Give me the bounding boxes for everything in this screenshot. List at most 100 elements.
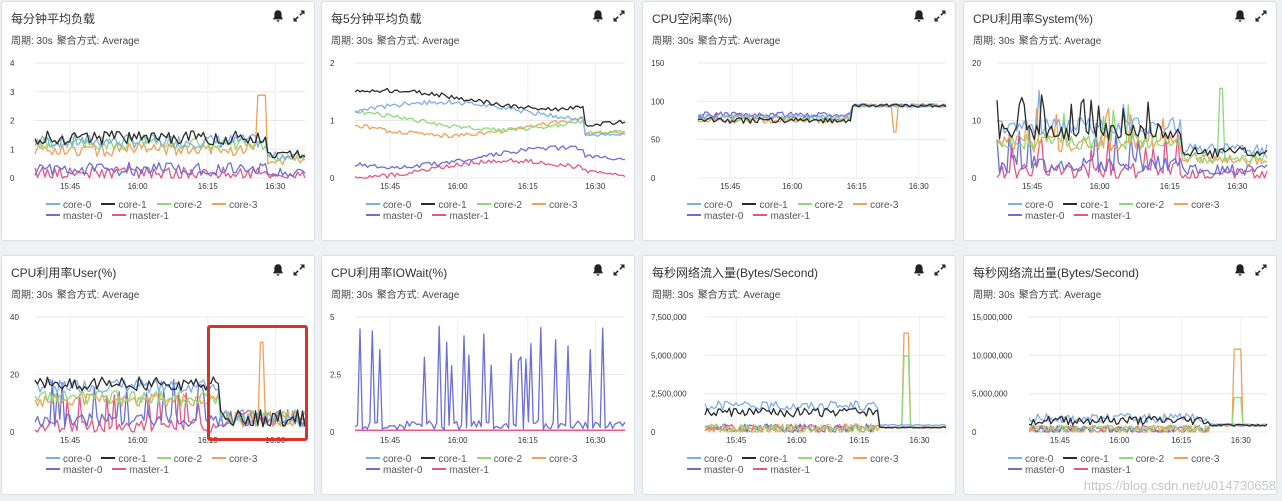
legend-item[interactable]: master-0 bbox=[687, 465, 743, 476]
series-line-master-0 bbox=[354, 325, 626, 431]
x-tick-label: 15:45 bbox=[720, 182, 741, 191]
expand-icon[interactable] bbox=[612, 9, 626, 23]
legend-item[interactable]: core-1 bbox=[101, 200, 147, 211]
legend-item[interactable]: master-0 bbox=[687, 211, 743, 222]
legend-label: core-0 bbox=[1025, 454, 1054, 465]
legend-item[interactable]: core-2 bbox=[156, 200, 202, 211]
bell-icon[interactable] bbox=[271, 9, 285, 23]
legend-item[interactable]: core-1 bbox=[742, 200, 788, 211]
legend-item[interactable]: core-1 bbox=[1063, 454, 1109, 465]
panel-meta: 周期: 30s 聚合方式: Average bbox=[11, 286, 143, 301]
legend-item[interactable]: core-3 bbox=[853, 200, 898, 211]
panel-title: 每5分钟平均负载 bbox=[331, 12, 422, 26]
y-tick-label: 5 bbox=[330, 313, 335, 322]
expand-icon[interactable] bbox=[1254, 9, 1268, 23]
legend-item[interactable]: core-2 bbox=[797, 454, 843, 465]
legend-item[interactable]: master-0 bbox=[46, 211, 102, 222]
legend-item[interactable]: master-1 bbox=[753, 211, 810, 222]
series-line-master-1 bbox=[34, 165, 306, 179]
chart-legend: core-0 core-1 core-2 core-3 master-0 master-1 bbox=[687, 454, 952, 476]
legend-item[interactable]: master-0 bbox=[46, 465, 102, 476]
bell-icon[interactable] bbox=[912, 9, 926, 23]
legend-item[interactable]: master-1 bbox=[112, 465, 169, 476]
x-tick-label: 16:30 bbox=[909, 182, 930, 191]
x-tick-label: 16:15 bbox=[1160, 182, 1181, 191]
legend-item[interactable]: core-0 bbox=[366, 454, 411, 465]
legend-label: core-3 bbox=[1191, 200, 1220, 211]
legend-item[interactable]: core-3 bbox=[853, 454, 898, 465]
legend-item[interactable]: core-0 bbox=[687, 454, 732, 465]
bell-icon[interactable] bbox=[591, 263, 605, 277]
legend-item[interactable]: core-2 bbox=[1118, 200, 1164, 211]
legend-item[interactable]: core-1 bbox=[742, 454, 788, 465]
chart-legend: core-0 core-1 core-2 core-3 master-0 master-1 bbox=[687, 200, 952, 222]
legend-item[interactable]: core-3 bbox=[1174, 200, 1219, 211]
legend-item[interactable]: core-2 bbox=[797, 200, 843, 211]
legend-item[interactable]: master-0 bbox=[1008, 211, 1064, 222]
legend-item[interactable]: core-3 bbox=[532, 200, 577, 211]
panel-title: CPU利用率System(%) bbox=[973, 12, 1094, 26]
bell-icon[interactable] bbox=[912, 263, 926, 277]
bell-icon[interactable] bbox=[591, 9, 605, 23]
legend-item[interactable]: core-2 bbox=[476, 454, 522, 465]
legend-item[interactable]: core-2 bbox=[156, 454, 202, 465]
x-tick-label: 16:15 bbox=[518, 436, 539, 445]
legend-item[interactable]: core-2 bbox=[476, 200, 523, 211]
chart-legend: core-0 core-1 core-2 core-3 master-0 master-1 bbox=[46, 200, 311, 222]
legend-swatch bbox=[753, 214, 768, 217]
expand-icon[interactable] bbox=[292, 263, 306, 277]
legend-label: core-2 bbox=[493, 200, 523, 211]
legend-item[interactable]: core-1 bbox=[1063, 200, 1109, 211]
legend-item[interactable]: master-1 bbox=[1074, 211, 1131, 222]
expand-icon[interactable] bbox=[292, 9, 306, 23]
legend-item[interactable]: core-3 bbox=[212, 454, 257, 465]
expand-icon[interactable] bbox=[612, 263, 626, 277]
legend-item[interactable]: core-0 bbox=[1008, 200, 1053, 211]
legend-item[interactable]: core-0 bbox=[46, 454, 91, 465]
legend-label: master-0 bbox=[63, 465, 103, 476]
legend-label: master-0 bbox=[383, 465, 423, 476]
legend-label: core-0 bbox=[383, 454, 412, 465]
expand-icon[interactable] bbox=[1254, 263, 1268, 277]
y-tick-label: 150 bbox=[651, 59, 665, 68]
y-tick-label: 1 bbox=[10, 145, 15, 154]
bell-icon[interactable] bbox=[1233, 263, 1247, 277]
legend-item[interactable]: core-0 bbox=[1008, 454, 1053, 465]
chart-panel: 每秒网络流出量(Bytes/Second) 周期: 30s 聚合方式: Averag… bbox=[963, 255, 1277, 495]
line-chart: 4 3 2 1 0 15:45 16:00 16:15 16:30 bbox=[10, 59, 306, 191]
legend-item[interactable]: core-1 bbox=[101, 454, 147, 465]
series-line-core-3 bbox=[34, 94, 306, 166]
legend-label: core-3 bbox=[870, 454, 899, 465]
expand-icon[interactable] bbox=[933, 263, 947, 277]
legend-label: core-3 bbox=[229, 200, 258, 211]
legend-item[interactable]: master-1 bbox=[1074, 465, 1131, 476]
legend-item[interactable]: core-0 bbox=[46, 200, 91, 211]
chart-panel: 每分钟平均负载 周期: 30s 聚合方式: Average 4 3 2 1 0 15:45 16:… bbox=[1, 1, 315, 241]
legend-item[interactable]: core-0 bbox=[687, 200, 732, 211]
x-tick-label: 15:45 bbox=[380, 182, 401, 191]
legend-item[interactable]: core-0 bbox=[366, 200, 411, 211]
legend-item[interactable]: master-1 bbox=[432, 211, 489, 222]
legend-item[interactable]: master-0 bbox=[366, 211, 422, 222]
bell-icon[interactable] bbox=[1233, 9, 1247, 23]
period-label: 周期: 30s bbox=[11, 36, 53, 47]
legend-label: core-1 bbox=[118, 200, 147, 211]
legend-item[interactable]: core-3 bbox=[212, 200, 257, 211]
legend-swatch bbox=[742, 203, 757, 206]
legend-label: core-0 bbox=[63, 200, 92, 211]
legend-item[interactable]: core-3 bbox=[532, 454, 577, 465]
y-tick-label: 7,500,000 bbox=[651, 313, 687, 322]
expand-icon[interactable] bbox=[933, 9, 947, 23]
legend-item[interactable]: core-3 bbox=[1174, 454, 1219, 465]
legend-item[interactable]: master-1 bbox=[432, 465, 489, 476]
legend-item[interactable]: master-0 bbox=[366, 465, 422, 476]
legend-item[interactable]: master-1 bbox=[112, 211, 169, 222]
legend-item[interactable]: master-0 bbox=[1008, 465, 1064, 476]
legend-item[interactable]: master-1 bbox=[753, 465, 810, 476]
legend-swatch bbox=[1008, 457, 1022, 460]
legend-item[interactable]: core-1 bbox=[421, 454, 467, 465]
bell-icon[interactable] bbox=[271, 263, 285, 277]
legend-item[interactable]: core-1 bbox=[421, 200, 467, 211]
legend-label: core-0 bbox=[704, 200, 733, 211]
legend-item[interactable]: core-2 bbox=[1118, 454, 1164, 465]
